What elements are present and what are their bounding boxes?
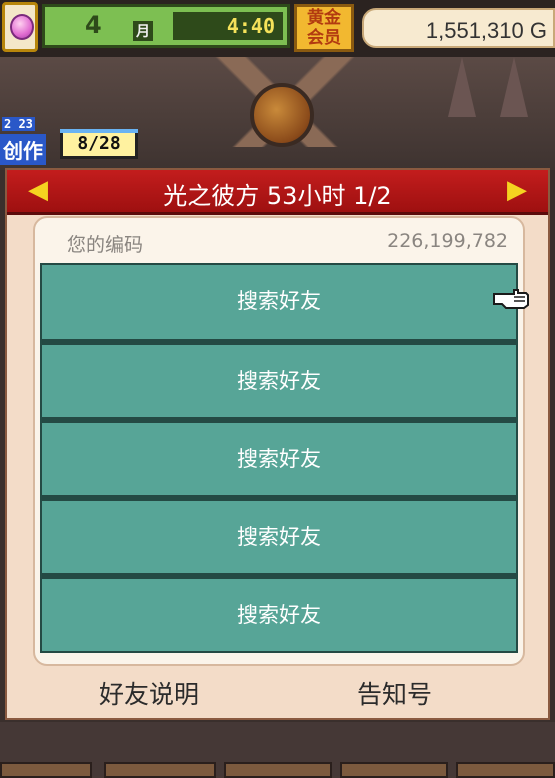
bottom-bar <box>0 722 555 778</box>
gold-member-badge[interactable]: 黄金 会员 <box>294 4 354 52</box>
calendar-display: 4 月 4:40 <box>42 4 290 48</box>
triangle-right-icon[interactable]: ▶ <box>502 175 532 205</box>
your-code-value: 226,199,782 <box>387 230 508 252</box>
bottom-tile[interactable] <box>456 762 555 778</box>
friend-slot-list: 搜索好友 搜索好友 搜索好友 搜索好友 搜索好友 <box>40 263 518 653</box>
bottom-tile[interactable] <box>340 762 448 778</box>
notice-number-button[interactable]: 告知号 <box>357 675 432 711</box>
search-friend-button[interactable]: 搜索好友 <box>40 419 518 497</box>
flower-icon <box>10 14 34 40</box>
gold-unit: G <box>529 18 547 43</box>
spire-decoration <box>448 57 476 117</box>
your-code-row: 您的编码 226,199,782 <box>41 230 508 256</box>
creation-label: 创作 <box>0 134 46 165</box>
game-time: 4:40 <box>173 12 283 40</box>
dialog-footer: 好友说明 告知号 <box>7 675 548 715</box>
search-friend-button[interactable]: 搜索好友 <box>40 497 518 575</box>
vip-label-line2: 会员 <box>307 28 341 48</box>
month-unit: 月 <box>133 21 153 41</box>
top-hud: 4 月 4:40 黄金 会员 1,551,310 G <box>0 0 555 57</box>
search-friend-button[interactable]: 搜索好友 <box>40 575 518 653</box>
bottom-tile[interactable] <box>0 762 92 778</box>
player-avatar[interactable] <box>2 2 38 52</box>
dialog-title: 光之彼方 53小时 1/2 <box>163 182 392 210</box>
bottom-tile[interactable] <box>224 762 332 778</box>
orb-decoration <box>250 83 314 147</box>
creation-small-text: 2 23 <box>2 117 35 131</box>
creation-progress-bar <box>60 129 138 133</box>
friend-help-button[interactable]: 好友说明 <box>99 675 199 711</box>
month-number: 4 <box>85 11 102 39</box>
game-scene: 2 23 创作 8/28 <box>0 57 555 170</box>
gold-counter: 1,551,310 G <box>362 8 555 48</box>
search-friend-button[interactable]: 搜索好友 <box>40 341 518 419</box>
spire-decoration <box>500 57 528 117</box>
friend-dialog: ◀ 光之彼方 53小时 1/2 ▶ 您的编码 226,199,782 搜索好友 … <box>5 168 550 720</box>
creation-count: 8/28 <box>60 129 138 159</box>
dialog-header: ◀ 光之彼方 53小时 1/2 ▶ <box>7 170 548 215</box>
bottom-tile[interactable] <box>104 762 216 778</box>
pointing-hand-icon <box>493 289 529 309</box>
your-code-label: 您的编码 <box>67 234 144 256</box>
creation-status[interactable]: 2 23 创作 8/28 <box>0 117 140 169</box>
gold-amount: 1,551,310 G <box>425 18 547 43</box>
vip-label-line1: 黄金 <box>307 8 341 28</box>
search-friend-button[interactable]: 搜索好友 <box>40 263 518 341</box>
